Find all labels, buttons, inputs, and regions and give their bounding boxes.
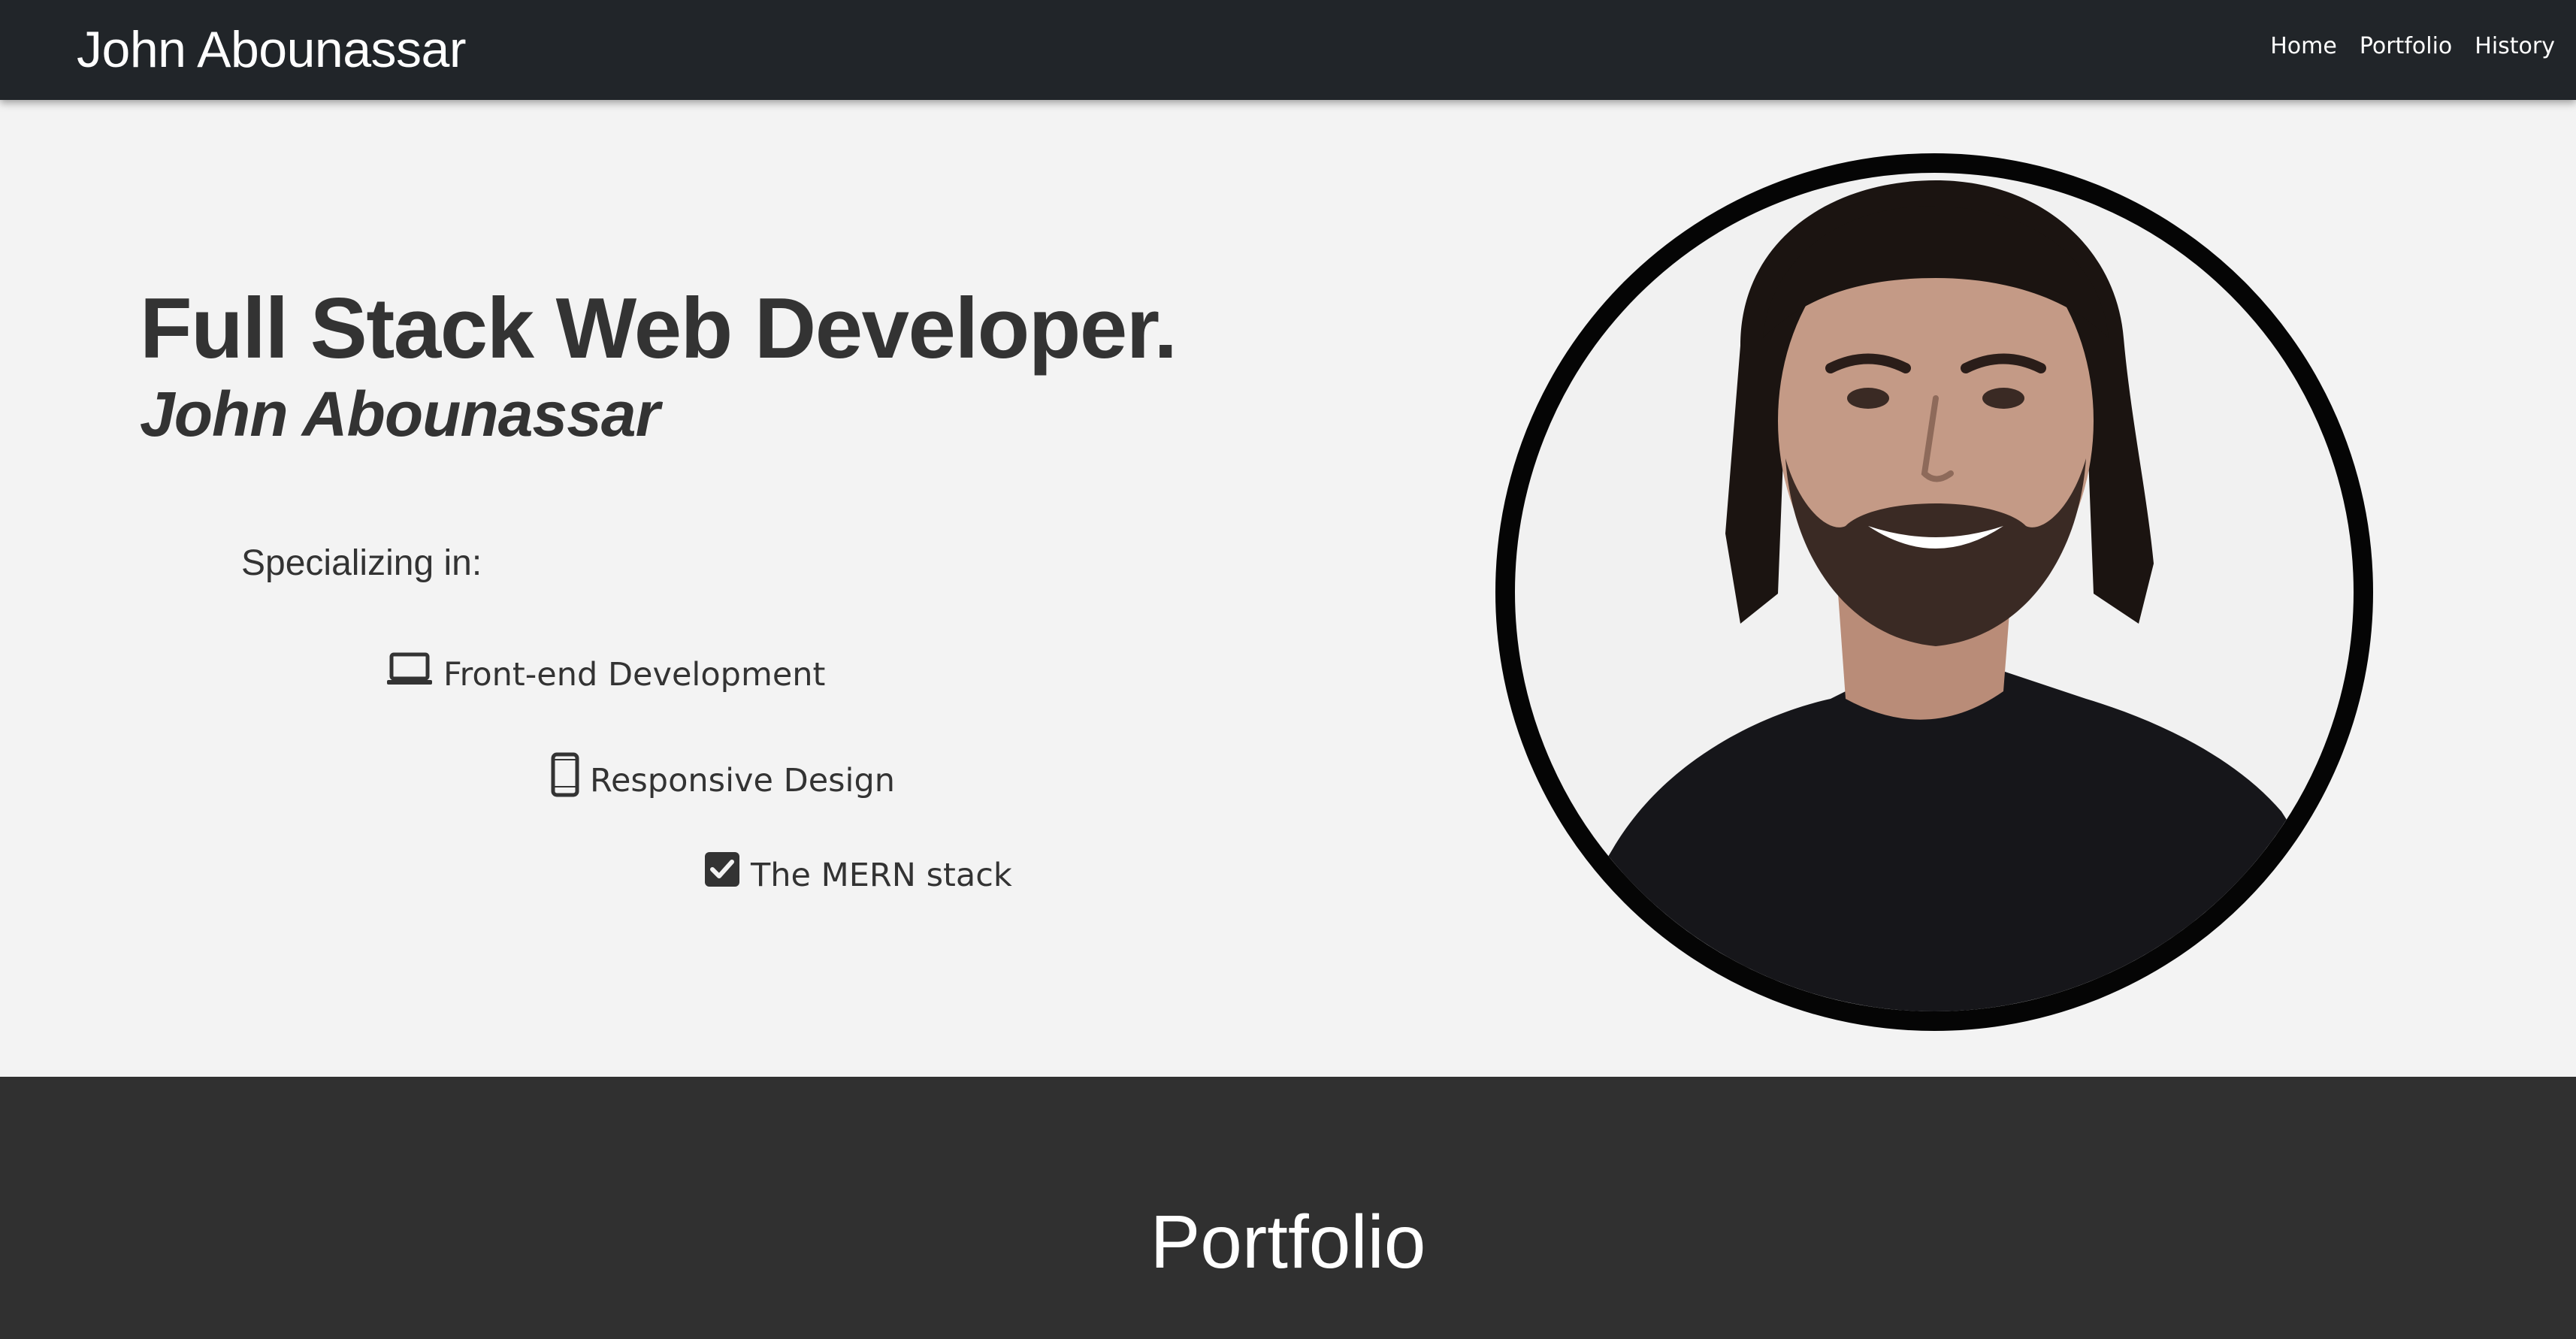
portfolio-section: Portfolio xyxy=(0,1077,2576,1339)
profile-photo xyxy=(1495,153,2373,1031)
mobile-phone-icon xyxy=(551,752,579,809)
navbar: John Abounassar Home Portfolio History xyxy=(0,0,2576,100)
portfolio-title: Portfolio xyxy=(1150,1200,1426,1284)
nav-link-history[interactable]: History xyxy=(2475,30,2555,63)
specialty-label: The MERN stack xyxy=(751,857,1012,894)
specialty-responsive: Responsive Design xyxy=(551,752,895,809)
specialty-mern: The MERN stack xyxy=(704,851,1012,899)
specialty-label: Front-end Development xyxy=(443,656,826,694)
checkbox-icon xyxy=(704,851,740,899)
laptop-icon xyxy=(386,652,433,697)
nav-link-portfolio[interactable]: Portfolio xyxy=(2360,30,2452,63)
specializing-label: Specializing in: xyxy=(241,543,482,583)
specialty-front-end: Front-end Development xyxy=(386,652,825,697)
specialty-label: Responsive Design xyxy=(590,762,896,799)
nav-link-home[interactable]: Home xyxy=(2270,30,2337,63)
nav-links: Home Portfolio History xyxy=(2270,30,2555,63)
brand-logo-link[interactable]: John Abounassar xyxy=(77,17,467,83)
profile-photo-illustration xyxy=(1515,180,2354,1011)
hero-headline: Full Stack Web Developer. xyxy=(140,281,1178,376)
hero-section: Full Stack Web Developer. John Abounassa… xyxy=(0,100,2576,1077)
hero-name: John Abounassar xyxy=(140,379,660,449)
